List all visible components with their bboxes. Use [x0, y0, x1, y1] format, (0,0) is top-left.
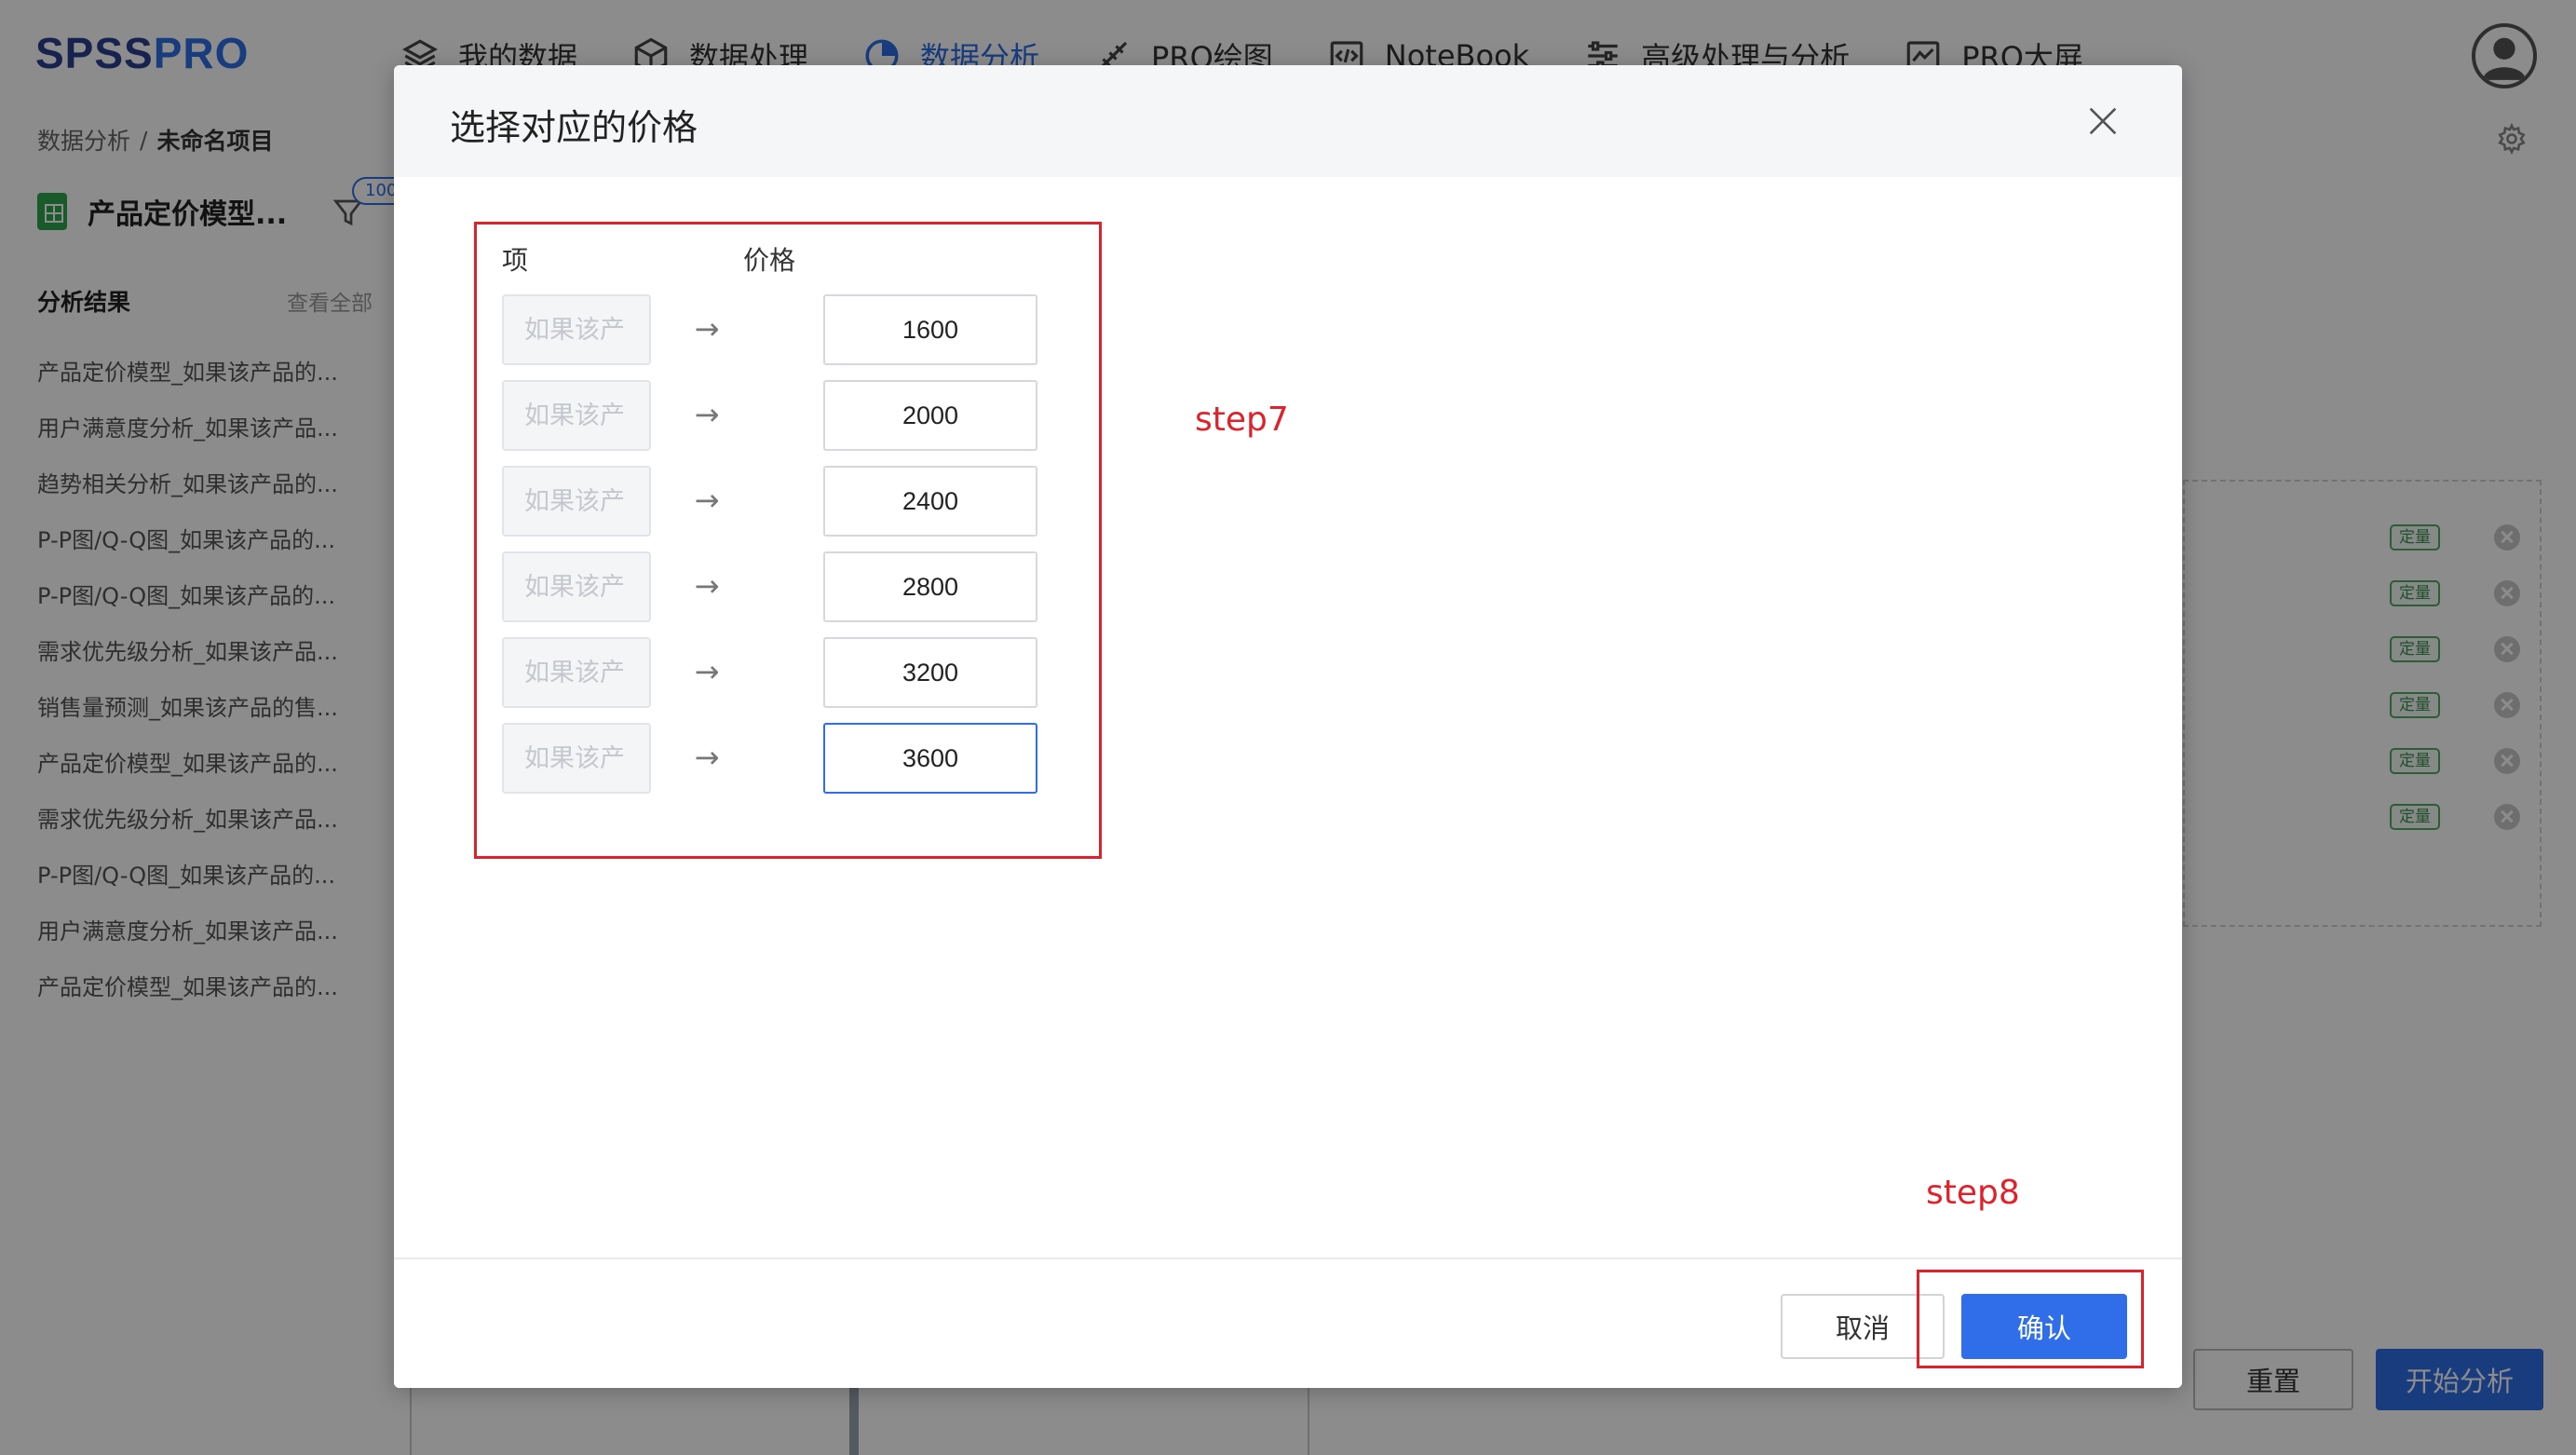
select-price-dialog: 选择对应的价格 step7 项 价格 → → → → → → step8 取消: [394, 65, 2182, 1388]
item-field[interactable]: [502, 551, 651, 622]
dialog-header: 选择对应的价格: [394, 65, 2182, 177]
column-header-price: 价格: [743, 245, 796, 276]
arrow-right-icon: →: [694, 654, 720, 689]
arrow-right-icon: →: [694, 311, 720, 347]
dialog-footer: 取消 确认: [394, 1258, 2182, 1388]
price-mapping-row: →: [502, 380, 1042, 451]
dialog-title: 选择对应的价格: [450, 107, 698, 148]
item-field[interactable]: [502, 466, 651, 537]
price-field[interactable]: [823, 466, 1037, 537]
arrow-right-icon: →: [694, 740, 720, 775]
close-icon[interactable]: [2084, 102, 2122, 140]
step7-label: step7: [1195, 401, 1289, 439]
arrow-right-icon: →: [694, 397, 720, 432]
price-mapping-row: →: [502, 466, 1042, 537]
item-field[interactable]: [502, 637, 651, 708]
item-field[interactable]: [502, 723, 651, 794]
price-field[interactable]: [823, 380, 1037, 451]
item-field[interactable]: [502, 380, 651, 451]
arrow-right-icon: →: [694, 568, 720, 604]
item-field[interactable]: [502, 294, 651, 365]
column-header-item: 项: [502, 245, 529, 276]
step8-label: step8: [1926, 1174, 2020, 1212]
arrow-right-icon: →: [694, 483, 720, 518]
price-field[interactable]: [823, 637, 1037, 708]
price-mapping-row: →: [502, 723, 1042, 794]
price-field[interactable]: [823, 551, 1037, 622]
step8-highlight-box: [1917, 1270, 2144, 1368]
price-mapping-row: →: [502, 551, 1042, 622]
price-field-focused[interactable]: [823, 723, 1037, 794]
price-field[interactable]: [823, 294, 1037, 365]
price-mapping-row: →: [502, 637, 1042, 708]
price-mapping-row: →: [502, 294, 1042, 365]
